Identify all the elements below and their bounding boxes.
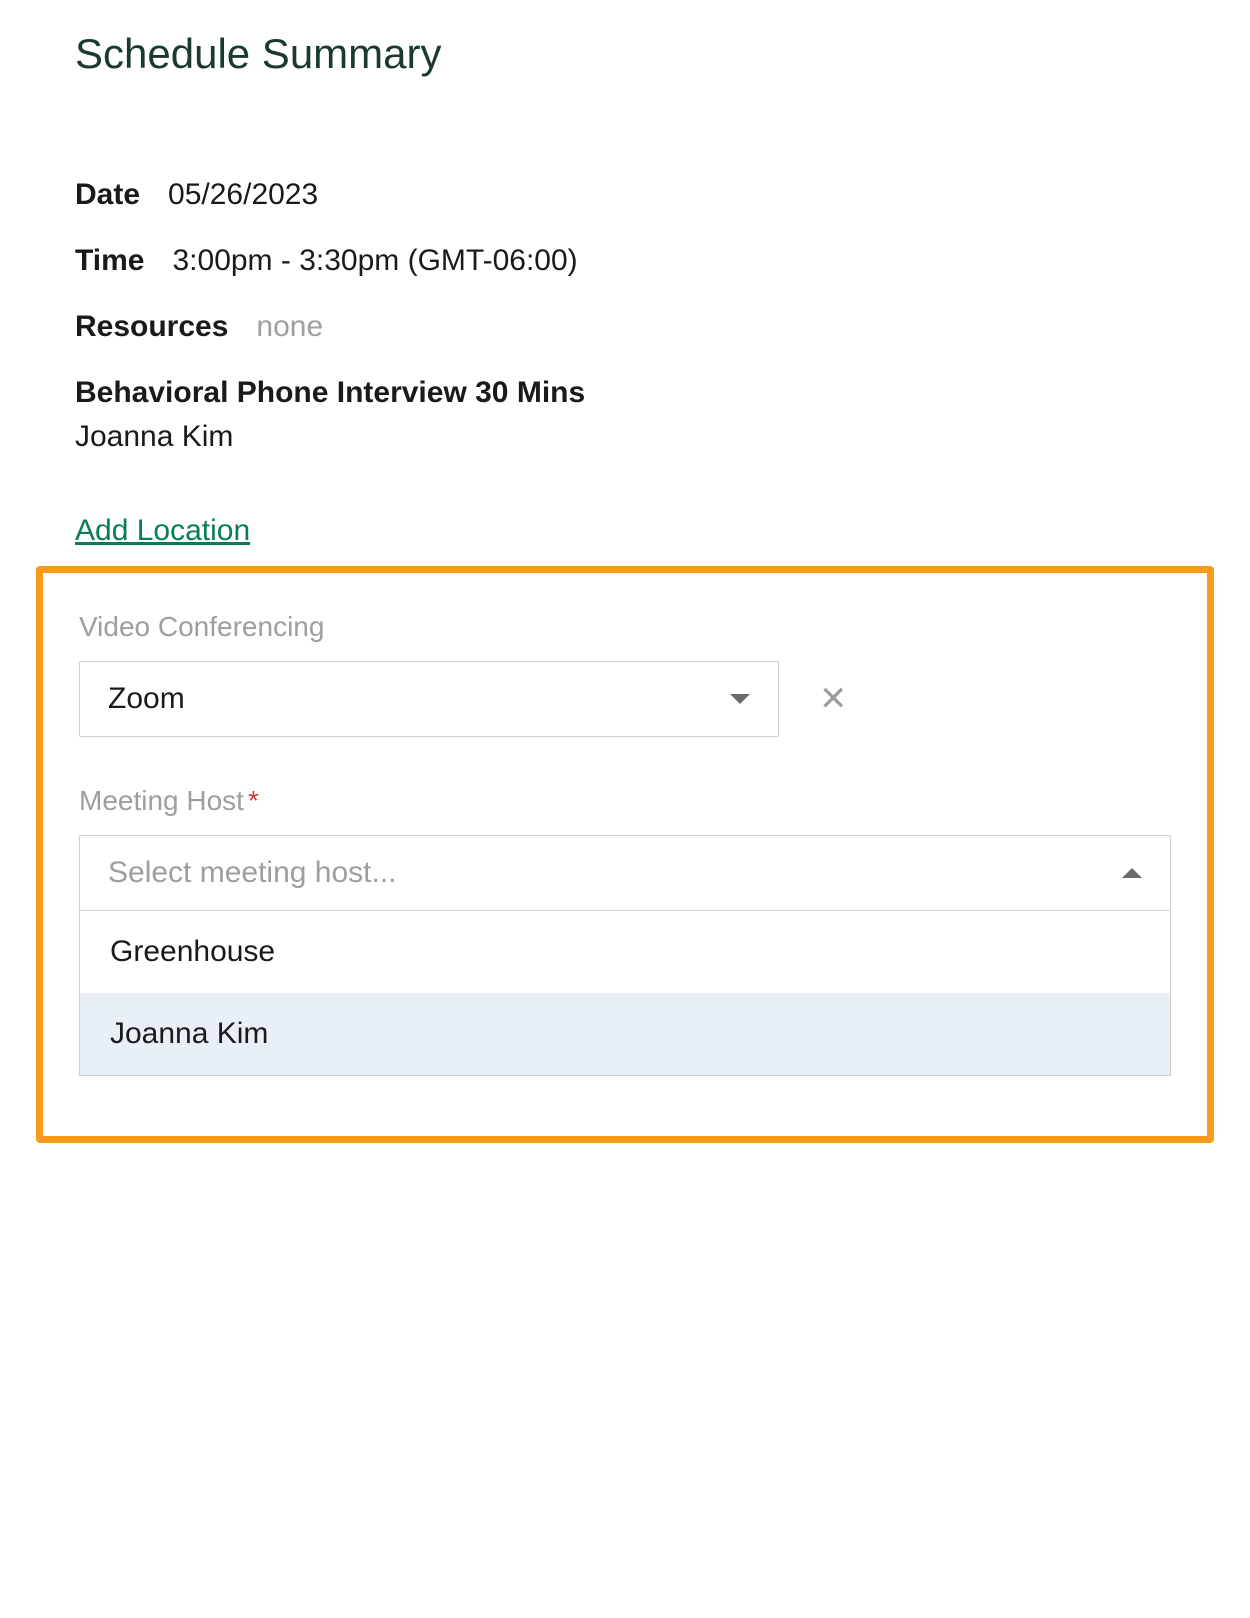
video-conferencing-label: Video Conferencing (79, 611, 1171, 643)
summary-time-row: Time 3:00pm - 3:30pm (GMT-06:00) (75, 244, 1175, 278)
interview-title: Behavioral Phone Interview 30 Mins (75, 376, 1175, 410)
date-value: 05/26/2023 (168, 178, 318, 212)
chevron-up-icon (1122, 868, 1142, 878)
meeting-host-select[interactable]: Select meeting host... (79, 835, 1171, 911)
meeting-host-label-text: Meeting Host (79, 785, 244, 816)
highlighted-section: Video Conferencing Zoom ✕ Meeting Host* … (36, 566, 1214, 1143)
meeting-host-placeholder: Select meeting host... (108, 856, 397, 890)
interview-person: Joanna Kim (75, 420, 1175, 454)
resources-label: Resources (75, 310, 228, 344)
video-conferencing-field: Video Conferencing Zoom ✕ (79, 611, 1171, 737)
meeting-host-field: Meeting Host* Select meeting host... Gre… (79, 785, 1171, 1076)
required-star-icon: * (248, 785, 259, 816)
video-conferencing-value: Zoom (108, 682, 185, 716)
resources-value: none (256, 310, 323, 344)
date-label: Date (75, 178, 140, 212)
meeting-host-label: Meeting Host* (79, 785, 1171, 817)
chevron-down-icon (730, 694, 750, 704)
page-title: Schedule Summary (75, 30, 1175, 78)
time-label: Time (75, 244, 144, 278)
meeting-host-option[interactable]: Joanna Kim (80, 993, 1170, 1075)
summary-resources-row: Resources none (75, 310, 1175, 344)
meeting-host-option[interactable]: Greenhouse (80, 911, 1170, 993)
close-icon[interactable]: ✕ (819, 679, 868, 719)
meeting-host-dropdown: Greenhouse Joanna Kim (79, 911, 1171, 1076)
time-value: 3:00pm - 3:30pm (GMT-06:00) (172, 244, 577, 278)
add-location-link[interactable]: Add Location (75, 514, 250, 548)
summary-date-row: Date 05/26/2023 (75, 178, 1175, 212)
video-conferencing-select[interactable]: Zoom (79, 661, 779, 737)
